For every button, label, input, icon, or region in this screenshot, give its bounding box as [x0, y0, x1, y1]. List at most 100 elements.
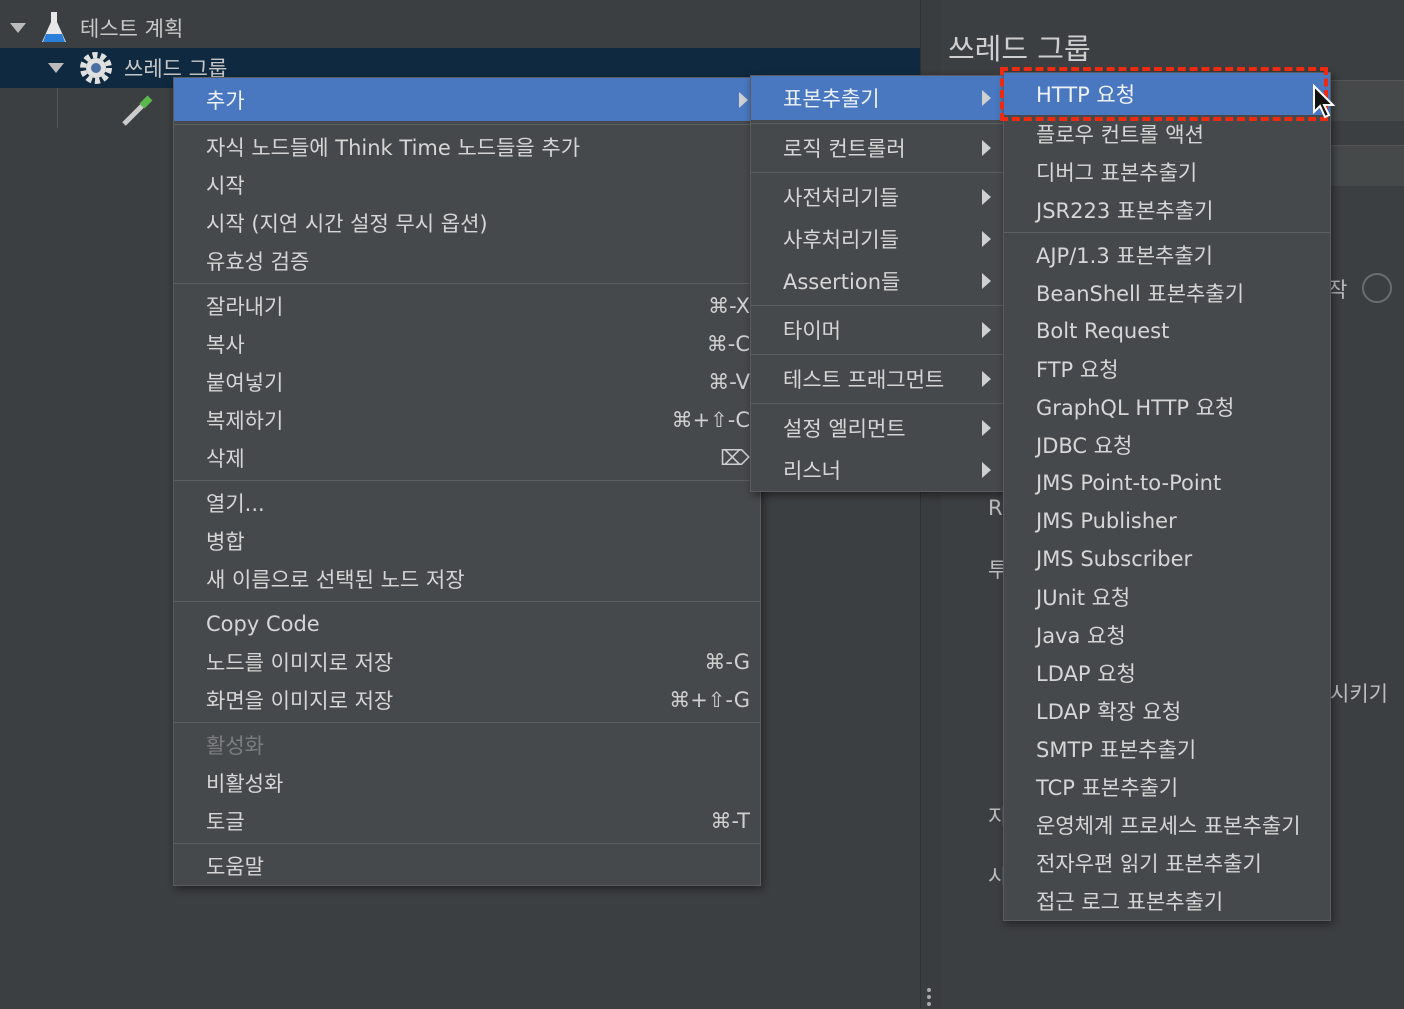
- menu-item[interactable]: LDAP 확장 요청: [1004, 692, 1330, 730]
- menu-item[interactable]: 시작: [174, 166, 760, 204]
- menu-item[interactable]: JMS Subscriber: [1004, 540, 1330, 578]
- shortcut-label: ⌘+⇧-G: [669, 688, 750, 712]
- menu-item: 활성화: [174, 726, 760, 764]
- menu-item[interactable]: AJP/1.3 표본추출기: [1004, 236, 1330, 274]
- menu-item[interactable]: LDAP 요청: [1004, 654, 1330, 692]
- pipette-icon: [122, 95, 153, 126]
- menu-item[interactable]: 설정 엘리먼트: [751, 407, 1003, 449]
- menu-item[interactable]: 삭제 ⌦: [174, 439, 760, 477]
- menu-item[interactable]: 로직 컨트롤러: [751, 127, 1003, 169]
- menu-item[interactable]: 추가: [174, 78, 760, 121]
- menu-item-label: 활성화: [206, 734, 264, 758]
- shortcut-label: ⌘-X: [708, 294, 750, 318]
- menu-separator: [751, 305, 1003, 306]
- menu-item-label: AJP/1.3 표본추출기: [1036, 244, 1213, 268]
- menu-item-label: 노드를 이미지로 저장: [206, 651, 394, 675]
- menu-item-label: 사후처리기들: [783, 228, 899, 252]
- menu-item[interactable]: 타이머: [751, 309, 1003, 351]
- sampler-submenu: HTTP 요청 플로우 컨트롤 액션 디버그 표본추출기 JSR223 표본추출기 AJ…: [1003, 72, 1331, 921]
- menu-item-label: 잘라내기: [206, 295, 284, 319]
- menu-item-label: 시작: [206, 174, 245, 198]
- menu-item-label: JUnit 요청: [1036, 586, 1131, 610]
- menu-item[interactable]: 테스트 프래그먼트: [751, 358, 1003, 400]
- menu-item[interactable]: 화면을 이미지로 저장 ⌘+⇧-G: [174, 681, 760, 719]
- menu-item[interactable]: 사전처리기들: [751, 176, 1003, 218]
- radio-button[interactable]: [1362, 273, 1392, 303]
- menu-item[interactable]: 리스너: [751, 449, 1003, 491]
- menu-item[interactable]: 비활성화: [174, 764, 760, 802]
- menu-item[interactable]: 노드를 이미지로 저장 ⌘-G: [174, 643, 760, 681]
- menu-item[interactable]: 복제하기 ⌘+⇧-C: [174, 401, 760, 439]
- menu-item[interactable]: TCP 표본추출기: [1004, 768, 1330, 806]
- tree-item-test-plan[interactable]: 테스트 계획: [0, 8, 930, 48]
- menu-item[interactable]: 디버그 표본추출기: [1004, 153, 1330, 191]
- annotation-highlight-box: [1000, 67, 1328, 121]
- menu-item-label: SMTP 표본추출기: [1036, 738, 1197, 762]
- menu-item[interactable]: 접근 로그 표본추출기: [1004, 882, 1330, 920]
- divider-grip-icon[interactable]: [927, 985, 932, 1009]
- menu-item-label: 화면을 이미지로 저장: [206, 689, 394, 713]
- menu-item[interactable]: Assertion들: [751, 260, 1003, 302]
- menu-item-label: 복제하기: [206, 409, 284, 433]
- shortcut-label: ⌦: [720, 446, 750, 470]
- flask-icon: [42, 12, 66, 42]
- menu-item[interactable]: JMS Publisher: [1004, 502, 1330, 540]
- menu-separator: [1004, 232, 1330, 233]
- menu-item-label: 도움말: [206, 855, 264, 879]
- menu-item-label: FTP 요청: [1036, 358, 1119, 382]
- menu-item[interactable]: 전자우편 읽기 표본추출기: [1004, 844, 1330, 882]
- menu-item[interactable]: 유효성 검증: [174, 242, 760, 280]
- menu-item-label: 운영체계 프로세스 표본추출기: [1036, 814, 1301, 838]
- menu-item[interactable]: FTP 요청: [1004, 350, 1330, 388]
- menu-item[interactable]: BeanShell 표본추출기: [1004, 274, 1330, 312]
- shortcut-label: ⌘-V: [708, 370, 750, 394]
- menu-item[interactable]: 잘라내기 ⌘-X: [174, 287, 760, 325]
- tree-line: [57, 88, 58, 128]
- text-field[interactable]: [1330, 145, 1404, 186]
- menu-item[interactable]: 도움말: [174, 847, 760, 885]
- menu-item[interactable]: JSR223 표본추출기: [1004, 191, 1330, 229]
- menu-item-label: 테스트 프래그먼트: [783, 368, 945, 392]
- menu-item[interactable]: 시작 (지연 시간 설정 무시 옵션): [174, 204, 760, 242]
- add-submenu: 표본추출기로직 컨트롤러사전처리기들사후처리기들 Assertion들타이머테스트…: [750, 75, 1004, 492]
- menu-item[interactable]: Java 요청: [1004, 616, 1330, 654]
- menu-item[interactable]: 병합: [174, 522, 760, 560]
- menu-item[interactable]: JUnit 요청: [1004, 578, 1330, 616]
- menu-item[interactable]: 표본추출기: [751, 76, 1003, 120]
- menu-item-label: 토글: [206, 810, 245, 834]
- menu-item[interactable]: JMS Point-to-Point: [1004, 464, 1330, 502]
- menu-item[interactable]: GraphQL HTTP 요청: [1004, 388, 1330, 426]
- menu-item[interactable]: 열기...: [174, 484, 760, 522]
- menu-item-label: LDAP 확장 요청: [1036, 700, 1182, 724]
- menu-item[interactable]: 자식 노드들에 Think Time 노드들을 추가: [174, 128, 760, 166]
- submenu-arrow-icon: [982, 189, 991, 205]
- expand-arrow-icon[interactable]: [10, 23, 26, 33]
- menu-item-label: JDBC 요청: [1036, 434, 1133, 458]
- menu-item-label: 열기...: [206, 492, 265, 516]
- menu-item[interactable]: JDBC 요청: [1004, 426, 1330, 464]
- menu-item[interactable]: 복사 ⌘-C: [174, 325, 760, 363]
- menu-item-label: Bolt Request: [1036, 319, 1170, 343]
- submenu-arrow-icon: [982, 273, 991, 289]
- submenu-arrow-icon: [739, 91, 748, 108]
- expand-arrow-icon[interactable]: [48, 63, 64, 73]
- menu-item-label: TCP 표본추출기: [1036, 776, 1179, 800]
- label-fragment: R: [988, 496, 1003, 520]
- menu-item-label: 디버그 표본추출기: [1036, 161, 1198, 185]
- menu-item-label: JMS Publisher: [1036, 509, 1177, 533]
- menu-item-label: LDAP 요청: [1036, 662, 1136, 686]
- menu-item[interactable]: 토글 ⌘-T: [174, 802, 760, 840]
- mouse-cursor-icon: [1313, 84, 1336, 119]
- menu-item[interactable]: Copy Code: [174, 605, 760, 643]
- text-field[interactable]: [1330, 80, 1404, 121]
- menu-item[interactable]: 사후처리기들: [751, 218, 1003, 260]
- menu-item-label: 로직 컨트롤러: [783, 137, 906, 161]
- menu-separator: [174, 601, 760, 602]
- context-menu: 추가자식 노드들에 Think Time 노드들을 추가시작시작 (지연 시간 …: [173, 77, 761, 886]
- menu-item[interactable]: Bolt Request: [1004, 312, 1330, 350]
- menu-item[interactable]: 새 이름으로 선택된 노드 저장: [174, 560, 760, 598]
- menu-item[interactable]: 붙여넣기 ⌘-V: [174, 363, 760, 401]
- shortcut-label: ⌘+⇧-C: [671, 408, 750, 432]
- menu-item[interactable]: SMTP 표본추출기: [1004, 730, 1330, 768]
- menu-item[interactable]: 운영체계 프로세스 표본추출기: [1004, 806, 1330, 844]
